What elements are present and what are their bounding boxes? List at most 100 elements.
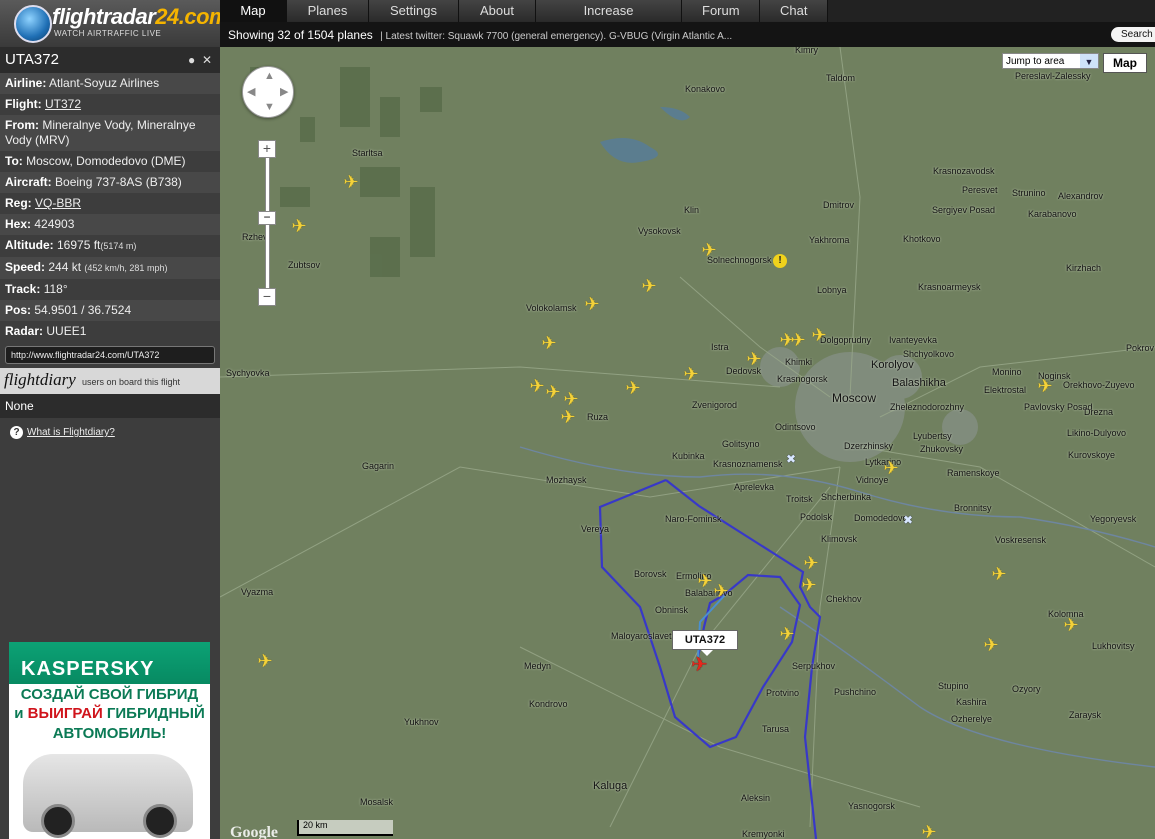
detail-flight: Flight: UT372 <box>0 94 220 115</box>
tab-increase-coverage[interactable]: Increase coverage <box>536 0 682 40</box>
place-label: Kaluga <box>593 780 628 792</box>
zoom-out-button[interactable]: − <box>258 288 276 306</box>
detail-airline: Airline: Atlant-Soyuz Airlines <box>0 73 220 94</box>
place-label: Zheleznodorozhny <box>890 402 965 412</box>
ad-brand: KASPERSKY <box>21 658 155 680</box>
pan-right-icon[interactable]: ▶ <box>280 85 288 98</box>
close-icon[interactable]: ✕ <box>202 53 212 67</box>
place-label: Ramenskoye <box>947 468 1000 478</box>
tab-chat[interactable]: Chat <box>760 0 828 22</box>
logo[interactable]: flightradar24.com WATCH AIRTRAFFIC LIVE <box>0 0 229 47</box>
map-type-button[interactable]: Map <box>1103 53 1147 73</box>
tab-planes[interactable]: Planes <box>287 0 369 22</box>
plane-icon[interactable]: ✈ <box>254 650 276 672</box>
plane-icon[interactable]: ✈ <box>988 563 1010 585</box>
ad-line-3: АВТОМОБИЛЬ! <box>52 725 167 742</box>
flight-details: Airline: Atlant-Soyuz Airlines Flight: U… <box>0 73 220 342</box>
plane-icon[interactable]: ✈ <box>808 324 830 346</box>
plane-icon[interactable]: ✈ <box>800 552 822 574</box>
place-label: Pushchino <box>834 687 877 697</box>
kaspersky-ad[interactable]: KASPERSKY СОЗДАЙ СВОЙ ГИБРИД и ВЫИГРАЙ Г… <box>9 642 210 839</box>
place-label: Alexandrov <box>1058 191 1104 201</box>
tab-about[interactable]: About <box>459 0 536 22</box>
tab-settings[interactable]: Settings <box>369 0 459 22</box>
detail-reg: Reg: VQ-BBR <box>0 193 220 214</box>
status-bar: Showing 32 of 1504 planes | Latest twitt… <box>220 22 1155 47</box>
place-label: Medyn <box>524 661 552 671</box>
plane-icon[interactable]: ✈ <box>798 574 820 596</box>
plane-icon[interactable]: ✈ <box>918 821 940 839</box>
place-label: Aleksin <box>741 793 771 803</box>
place-label: Kurovskoye <box>1068 450 1116 460</box>
place-label: Krasnogorsk <box>777 374 828 384</box>
pan-left-icon[interactable]: ◀ <box>247 85 255 98</box>
plane-icon[interactable]: ✈ <box>710 580 732 602</box>
plane-icon[interactable]: ✈ <box>880 457 902 479</box>
place-label: Klimovsk <box>821 534 858 544</box>
place-label: Dmitrov <box>823 200 854 210</box>
pan-up-icon[interactable]: ▲ <box>264 70 275 82</box>
place-label: Kubinka <box>672 451 705 461</box>
place-label: Maloyaroslavets <box>611 631 677 641</box>
panel-controls: ● ✕ <box>188 47 212 73</box>
flight-header: UTA372 ● ✕ <box>0 47 220 73</box>
search-input[interactable]: Search <box>1111 27 1155 42</box>
place-label: Kremyonki <box>742 829 785 839</box>
jump-to-area-select[interactable]: Jump to area ▼ <box>1002 53 1099 69</box>
plane-icon[interactable]: ✈ <box>340 171 362 193</box>
latest-twitter[interactable]: | Latest twitter: Squawk 7700 (general e… <box>380 31 732 42</box>
flight-callsign: UTA372 <box>5 51 59 68</box>
plane-icon[interactable]: ✈ <box>680 363 702 385</box>
place-label: Borovsk <box>634 569 667 579</box>
flightdiary-logo[interactable]: flightdiary <box>4 370 76 390</box>
place-label: Ivanteyevka <box>889 335 938 345</box>
tab-forum[interactable]: Forum <box>682 0 760 22</box>
plane-icon[interactable]: ✈ <box>581 293 603 315</box>
place-label: Aprelevka <box>734 482 775 492</box>
flight-link[interactable]: UT372 <box>45 97 81 111</box>
detail-hex: Hex: 424903 <box>0 214 220 235</box>
zoom-in-button[interactable]: + <box>258 140 276 158</box>
airport-icon[interactable]: ✖ <box>786 452 796 466</box>
plane-icon[interactable]: ✈ <box>1034 375 1056 397</box>
place-label: Taldom <box>826 73 856 83</box>
plane-icon[interactable]: ✈ <box>776 623 798 645</box>
place-label: Peresvet <box>962 185 998 195</box>
plane-icon[interactable]: ✈ <box>787 329 809 351</box>
place-label: Kondrovo <box>529 699 568 709</box>
flight-url-field[interactable]: http://www.flightradar24.com/UTA372 <box>5 346 215 364</box>
plane-icon[interactable]: ✈ <box>288 215 310 237</box>
map-canvas[interactable]: Kimry Taldom Pereslavl-Zalessky Konakovo… <box>220 47 1155 839</box>
plane-icon[interactable]: ✈ <box>698 239 720 261</box>
plane-icon[interactable]: ✈ <box>557 406 579 428</box>
pin-icon[interactable]: ● <box>188 53 195 67</box>
pan-down-icon[interactable]: ▼ <box>264 101 275 113</box>
help-icon: ? <box>10 426 23 439</box>
ad-header: KASPERSKY <box>9 642 210 684</box>
ad-line-2: и ВЫИГРАЙ ГИБРИДНЫЙ <box>14 705 205 722</box>
place-label: Tarusa <box>762 724 790 734</box>
plane-icon[interactable]: ✈ <box>622 377 644 399</box>
detail-from: From: Mineralnye Vody, Mineralnye Vody (… <box>0 115 220 151</box>
plane-icon[interactable]: ✈ <box>743 348 765 370</box>
selected-plane-icon[interactable]: ✈ <box>691 652 708 677</box>
place-label: Starltsa <box>352 148 383 158</box>
what-is-flightdiary-link[interactable]: What is Flightdiary? <box>27 427 115 438</box>
selected-flight-label[interactable]: UTA372 <box>672 630 738 656</box>
place-label: Pokrov <box>1126 343 1155 353</box>
plane-icon[interactable]: ✈ <box>980 634 1002 656</box>
zoom-slider-handle[interactable]: − <box>258 211 276 225</box>
airport-icon[interactable]: ✖ <box>903 513 913 527</box>
place-label: Moscow <box>832 391 877 405</box>
plane-icon[interactable]: ✈ <box>1060 614 1082 636</box>
warning-icon[interactable]: ! <box>773 254 787 268</box>
plane-icon[interactable]: ✈ <box>638 275 660 297</box>
ad-line-1: СОЗДАЙ СВОЙ ГИБРИД <box>20 686 199 703</box>
plane-icon[interactable]: ✈ <box>538 332 560 354</box>
place-label: Krasnoznamensk <box>713 459 783 469</box>
reg-link[interactable]: VQ-BBR <box>35 196 81 210</box>
place-label: Kimry <box>795 47 818 55</box>
tab-map[interactable]: Map <box>220 0 287 22</box>
pan-control[interactable]: ▲ ▼ ◀ ▶ <box>242 66 294 118</box>
main-nav: Map Planes Settings About Increase cover… <box>220 0 1155 40</box>
